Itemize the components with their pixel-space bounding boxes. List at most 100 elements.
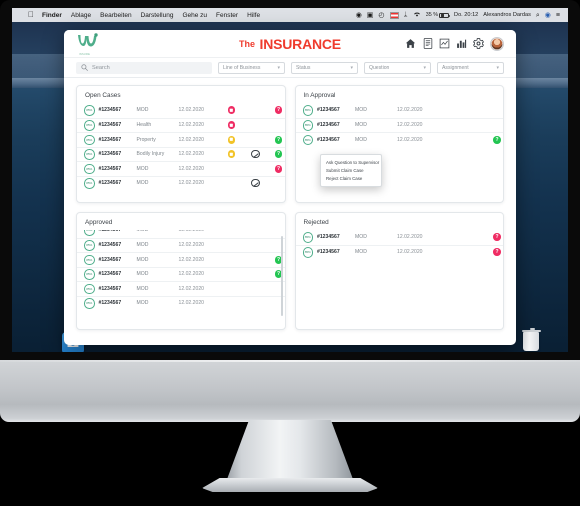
bar-chart-icon[interactable] bbox=[456, 38, 467, 49]
spotlight-icon[interactable]: ⌕ bbox=[536, 12, 540, 19]
user-name-label[interactable]: Alexandros Dardas bbox=[483, 12, 531, 18]
battery-percent-label: 35 % bbox=[425, 12, 439, 18]
question-status-icon[interactable]: ? bbox=[274, 135, 283, 144]
avatar[interactable] bbox=[490, 36, 504, 51]
table-row[interactable]: 85%#1234567Bodily Injury12.02.2020?••• bbox=[77, 146, 285, 162]
context-menu-item-2[interactable]: Submit Claim Case bbox=[321, 166, 381, 174]
table-row[interactable]: 85%#1234567MOD12.02.2020••• bbox=[295, 117, 503, 133]
row-context-menu[interactable]: Ask Question to Supervisor Submit Claim C… bbox=[320, 154, 382, 187]
line-of-business: MOD bbox=[355, 136, 367, 143]
question-cell: ? bbox=[269, 135, 285, 144]
gear-icon[interactable] bbox=[473, 38, 484, 49]
vertical-scrollbar[interactable] bbox=[281, 236, 283, 316]
context-menu-item-1[interactable]: Ask Question to Supervisor bbox=[321, 158, 381, 166]
menu-item-darstellung[interactable]: Darstellung bbox=[141, 12, 174, 19]
search-icon bbox=[81, 64, 88, 71]
macos-menubar[interactable]:  Finder Ablage Bearbeiten Darstellung G… bbox=[12, 8, 568, 22]
menu-item-hilfe[interactable]: Hilfe bbox=[247, 12, 260, 19]
matrix-icon[interactable] bbox=[439, 38, 450, 49]
table-row[interactable]: 85%#1234567MOD12.02.2020?••• bbox=[295, 132, 503, 147]
table-row[interactable]: 85%#1234567MOD12.02.2020?••• bbox=[296, 230, 504, 245]
line-of-business: MOD bbox=[136, 285, 149, 292]
clock-icon[interactable] bbox=[251, 179, 260, 188]
clock-label[interactable]: Do. 20:12 bbox=[454, 12, 478, 18]
home-icon[interactable] bbox=[405, 38, 416, 49]
case-row-list: 85%#1234567MOD12.02.2020•••85%#1234567MO… bbox=[77, 230, 285, 310]
bluetooth-icon[interactable]: ᛦ bbox=[404, 12, 408, 19]
clock-icon[interactable] bbox=[251, 150, 260, 159]
document-icon[interactable] bbox=[422, 38, 433, 49]
app-header: INSURE The INSURANCE bbox=[64, 30, 516, 58]
question-cell: ? bbox=[487, 248, 503, 257]
case-date: 12.02.2020 bbox=[178, 122, 205, 129]
case-date: 12.02.2020 bbox=[397, 107, 423, 114]
table-row[interactable]: 85%#1234567MOD12.02.2020?••• bbox=[77, 103, 285, 118]
search-field[interactable] bbox=[76, 61, 212, 74]
case-id: #1234567 bbox=[98, 285, 122, 292]
display-icon[interactable]: ▣ bbox=[367, 12, 374, 19]
table-row[interactable]: 85%#1234567MOD12.02.2020••• bbox=[77, 295, 285, 311]
apple-menu-icon[interactable]:  bbox=[28, 11, 34, 19]
filter-question-label: Question bbox=[369, 64, 390, 71]
battery-indicator[interactable]: 35 % bbox=[425, 12, 450, 18]
case-date: 12.02.2020 bbox=[397, 234, 423, 241]
question-status-icon[interactable]: ? bbox=[493, 135, 501, 144]
dropbox-icon[interactable]: ◉ bbox=[356, 12, 362, 19]
menu-item-finder[interactable]: Finder bbox=[42, 12, 62, 19]
table-row[interactable]: 85%#1234567MOD12.02.2020••• bbox=[296, 103, 504, 118]
case-date: 12.02.2020 bbox=[397, 122, 423, 129]
priority-flag-icon[interactable] bbox=[227, 150, 236, 159]
monitor-bezel:  Finder Ablage Bearbeiten Darstellung G… bbox=[0, 0, 580, 360]
question-status-icon[interactable]: ? bbox=[493, 233, 501, 242]
application-window: INSURE The INSURANCE Search Line of Busi… bbox=[64, 30, 516, 345]
table-row[interactable]: 85%#1234567MOD12.02.2020••• bbox=[77, 175, 285, 191]
filter-question[interactable]: Question ▾ bbox=[364, 61, 431, 74]
context-menu-item-3[interactable]: Reject Claim Case bbox=[321, 174, 381, 182]
priority-flag-icon[interactable] bbox=[227, 121, 236, 130]
table-row[interactable]: 85%#1234567MOD12.02.2020?••• bbox=[77, 252, 285, 267]
menu-item-fenster[interactable]: Fenster bbox=[216, 12, 238, 19]
table-row[interactable]: 85%#1234567MOD12.02.2020••• bbox=[77, 230, 285, 238]
line-of-business: MOD bbox=[136, 180, 149, 187]
line-of-business: MOD bbox=[136, 300, 149, 307]
table-row[interactable]: 85%#1234567Property12.02.2020?••• bbox=[77, 132, 285, 147]
table-row[interactable]: 85%#1234567MOD12.02.2020?••• bbox=[77, 161, 285, 176]
filter-status[interactable]: Status ▾ bbox=[291, 61, 358, 74]
siri-icon[interactable]: ◉ bbox=[545, 12, 551, 19]
filter-line-of-business[interactable]: Line of Business ▾ bbox=[218, 61, 285, 74]
control-center-icon[interactable]: ≡ bbox=[556, 12, 560, 19]
case-row-list: 85%#1234567MOD12.02.2020?•••85%#1234567H… bbox=[77, 103, 285, 190]
question-status-icon[interactable]: ? bbox=[274, 106, 283, 115]
menu-item-gehe-zu[interactable]: Gehe zu bbox=[182, 12, 207, 19]
table-row[interactable]: 85%#1234567Health12.02.2020••• bbox=[77, 117, 285, 133]
table-row[interactable]: 85%#1234567MOD12.02.2020?••• bbox=[295, 244, 503, 260]
priority-cell bbox=[221, 150, 243, 159]
table-row[interactable]: 85%#1234567MOD12.02.2020••• bbox=[77, 281, 285, 296]
question-cell: ? bbox=[269, 150, 285, 159]
filter-assignment-label: Assignment bbox=[442, 64, 469, 71]
question-status-icon[interactable]: ? bbox=[274, 150, 283, 159]
line-of-business: MOD bbox=[355, 122, 367, 129]
case-date: 12.02.2020 bbox=[178, 230, 205, 234]
question-cell: ? bbox=[487, 233, 503, 242]
progress-badge: 85% bbox=[302, 134, 313, 145]
case-row-list: 85%#1234567MOD12.02.2020?•••85%#1234567M… bbox=[295, 230, 504, 260]
wifi-icon[interactable] bbox=[413, 11, 421, 19]
priority-flag-icon[interactable] bbox=[227, 135, 236, 144]
panel-title: Rejected bbox=[303, 219, 329, 226]
keyboard-flag-icon[interactable] bbox=[389, 11, 399, 19]
filter-assignment[interactable]: Assignment ▾ bbox=[437, 61, 504, 74]
company-logo[interactable]: INSURE bbox=[76, 32, 102, 56]
question-status-icon[interactable]: ? bbox=[274, 164, 283, 173]
search-input[interactable] bbox=[92, 64, 207, 71]
priority-flag-icon[interactable] bbox=[227, 106, 236, 115]
dock-item-trash[interactable] bbox=[520, 328, 542, 352]
question-status-icon[interactable]: ? bbox=[493, 248, 501, 257]
time-machine-icon[interactable]: ◴ bbox=[378, 12, 384, 19]
table-row[interactable]: 85%#1234567MOD12.02.2020••• bbox=[77, 237, 285, 253]
question-cell: ? bbox=[487, 135, 503, 144]
panel-title: Open Cases bbox=[85, 92, 121, 99]
table-row[interactable]: 85%#1234567MOD12.02.2020?••• bbox=[77, 266, 285, 282]
menu-item-ablage[interactable]: Ablage bbox=[71, 12, 91, 19]
menu-item-bearbeiten[interactable]: Bearbeiten bbox=[100, 12, 131, 19]
